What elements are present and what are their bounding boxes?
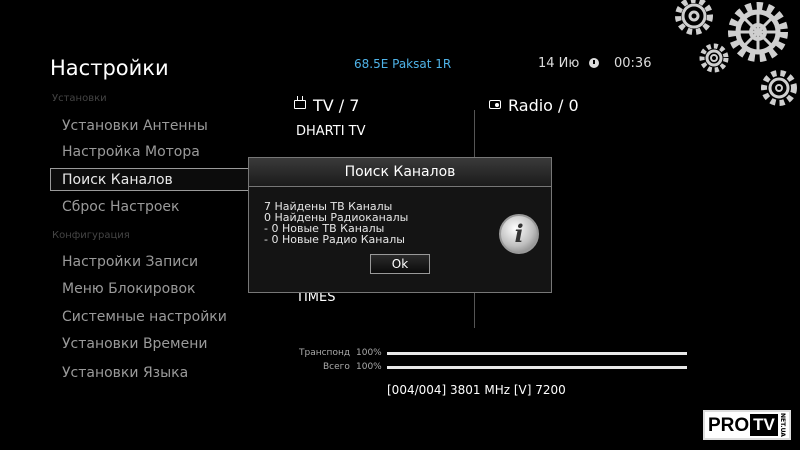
radio-count-header: Radio / 0 — [508, 96, 579, 115]
logo-net-text: NET.UA — [779, 413, 786, 437]
menu-item-motor[interactable]: Настройка Мотора — [62, 144, 200, 160]
total-label: Всего — [323, 362, 350, 372]
menu-item-locks[interactable]: Меню Блокировок — [62, 281, 195, 297]
menu-item-time[interactable]: Установки Времени — [62, 336, 207, 352]
clock-icon — [589, 58, 599, 68]
menu-item-system[interactable]: Системные настройки — [62, 309, 227, 325]
page-title: Настройки — [50, 56, 169, 80]
menu-item-reset[interactable]: Сброс Настроек — [62, 199, 180, 215]
total-progress-bar — [387, 366, 687, 369]
logo-tv-text: TV — [750, 414, 778, 436]
tv-channel-item[interactable]: DHARTI TV — [296, 124, 366, 139]
dialog-title: Поиск Каналов — [249, 158, 551, 187]
section-installation: Установки — [52, 93, 107, 104]
frequency-info: [004/004] 3801 MHz [V] 7200 — [387, 383, 566, 397]
radio-icon — [489, 100, 501, 109]
satellite-name: 68.5E Paksat 1R — [354, 57, 452, 71]
transponder-percent: 100% — [356, 348, 382, 358]
transponder-label: Транспонд — [299, 348, 351, 358]
time-display: 00:36 — [614, 56, 652, 71]
dialog-message-line: - 0 Новые Радио Каналы — [264, 233, 405, 246]
channel-search-dialog: Поиск Каналов 7 Найдены ТВ Каналы 0 Найд… — [248, 157, 552, 293]
ok-button[interactable]: Ok — [370, 254, 430, 274]
info-icon: i — [499, 214, 539, 254]
protv-logo: PRO TV NET.UA — [703, 410, 791, 440]
section-configuration: Конфигурация — [52, 230, 130, 241]
logo-pro-text: PRO — [708, 415, 750, 436]
tv-count-header: TV / 7 — [313, 96, 360, 115]
tv-icon — [294, 100, 306, 109]
total-percent: 100% — [356, 362, 382, 372]
menu-item-recording[interactable]: Настройки Записи — [62, 254, 198, 270]
gears-icon — [675, 0, 797, 106]
menu-item-antenna[interactable]: Установки Антенны — [62, 118, 208, 134]
transponder-progress-bar — [387, 352, 687, 355]
menu-item-language[interactable]: Установки Языка — [62, 365, 188, 381]
date-display: 14 Ию — [538, 56, 580, 71]
menu-item-channel-search[interactable]: Поиск Каналов — [50, 168, 280, 191]
